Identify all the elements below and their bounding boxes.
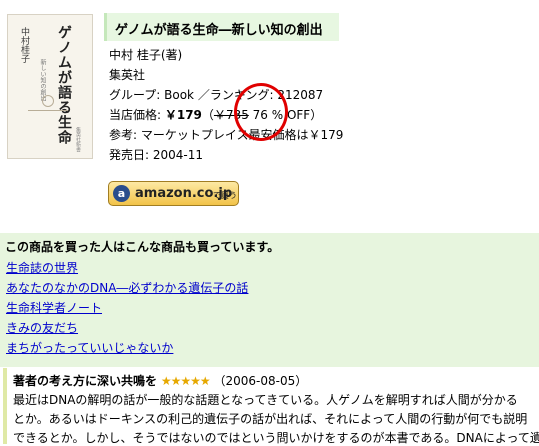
amazon-buy-button[interactable]: a amazon.co.jp で買う xyxy=(108,181,239,206)
related-heading: この商品を買った人はこんな商品も買っています。 xyxy=(5,240,280,254)
amazon-buy-label: で買う xyxy=(213,191,237,200)
book-price-line: 当店価格: ￥179（￥735 76 % OFF） xyxy=(109,106,322,123)
book-group-ranking: グループ: Book ／ランキング: 212087 xyxy=(109,88,324,102)
related-link-1[interactable]: 生命誌の世界 xyxy=(6,259,78,276)
review-title: 著者の考え方に深い共鳴を xyxy=(13,374,158,388)
cover-figure xyxy=(42,95,54,107)
review-line-1: 最近はDNAの解明の話が一般的な話題となってきている。人ゲノムを解明すれば人間が… xyxy=(13,393,518,407)
price-paren-open: （ xyxy=(201,108,214,122)
book-publisher: 集英社 xyxy=(109,68,146,82)
cover-publisher: 集英社新書 xyxy=(75,127,81,152)
cover-line xyxy=(28,110,68,111)
related-link-2[interactable]: あなたのなかのDNA―必ずわかる遺伝子の話 xyxy=(6,279,248,296)
review-line-3: できるとか。しかし、そうではないのではという問いかけをするのが本書である。DNA… xyxy=(13,431,539,445)
review-line-2: とか。あるいはドーキンスの利己的遺伝子の話が出れば、それによって人間の行動が何で… xyxy=(13,412,528,426)
release-date: 発売日: 2004-11 xyxy=(109,148,203,162)
cover-title: ゲノムが語る生命 xyxy=(56,25,72,145)
review-header: 著者の考え方に深い共鳴を ★★★★★ （2006-08-05） xyxy=(13,372,307,389)
book-author: 中村 桂子(著) xyxy=(109,48,183,62)
annotation-circle xyxy=(234,83,288,141)
related-link-4[interactable]: きみの友だち xyxy=(6,319,78,336)
book-cover-image: 中村桂子 ゲノムが語る生命 新しい知の創出 集英社新書 xyxy=(7,14,93,159)
book-title: ゲノムが語る生命―新しい知の創出 xyxy=(115,23,323,38)
book-title-box: ゲノムが語る生命―新しい知の創出 xyxy=(104,13,339,41)
related-link-5[interactable]: まちがったっていいじゃないか xyxy=(6,339,173,356)
marketplace-reference: 参考: マーケットプレイス最安価格は￥179 xyxy=(109,128,344,142)
price-label: 当店価格: xyxy=(109,108,165,122)
rating-stars-icon: ★★★★★ xyxy=(160,374,211,388)
store-price: ￥179 xyxy=(164,108,202,122)
cover-author: 中村桂子 xyxy=(19,27,29,63)
amazon-arrow-icon: a xyxy=(113,185,130,202)
review-border xyxy=(3,368,7,444)
review-date: （2006-08-05） xyxy=(213,374,308,388)
related-link-3[interactable]: 生命科学者ノート xyxy=(6,299,102,316)
